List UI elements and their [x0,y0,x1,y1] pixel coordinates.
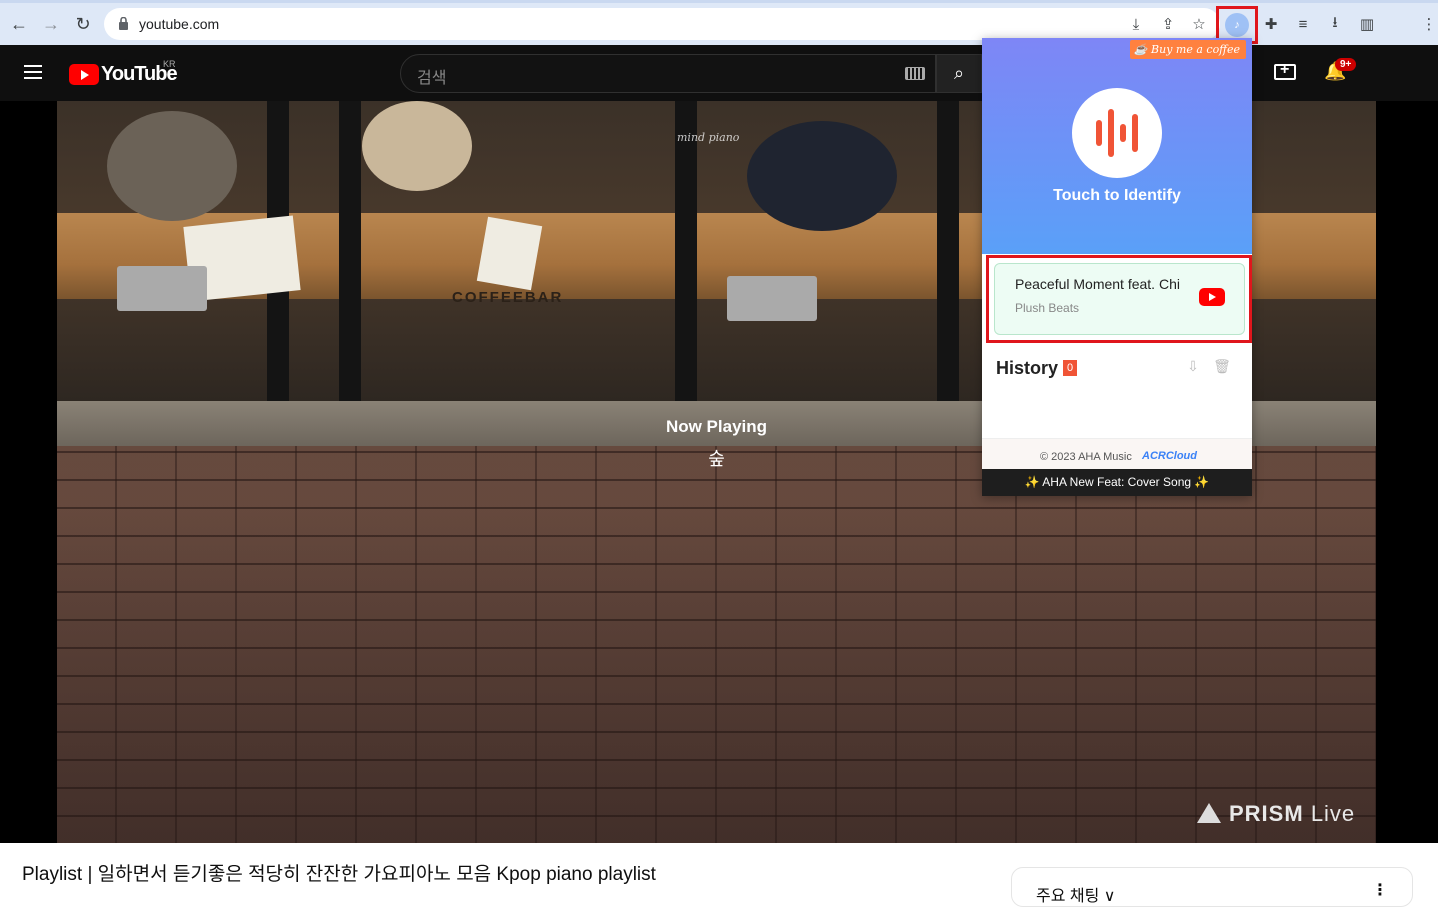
song-result-card[interactable]: Peaceful Moment feat. Chi Plush Beats [994,263,1245,335]
copyright-text: © 2023 AHA Music [1040,451,1132,463]
side-panel-icon[interactable]: ▥ [1357,14,1377,34]
sound-wave-icon [1096,120,1102,146]
back-icon[interactable]: ← [6,11,32,37]
window-pillar [339,101,361,401]
extensions-puzzle-icon[interactable]: ✚ [1261,14,1281,34]
identify-panel: ☕ Buy me a coffee Touch to Identify [982,38,1252,254]
cloud-download-icon[interactable]: ⇩ [1184,358,1202,376]
top-chat-selector[interactable]: 주요 채팅 ∨ ⋮ [1011,867,1413,907]
window-pillar [675,101,697,401]
result-highlight: Peaceful Moment feat. Chi Plush Beats [986,255,1252,343]
prism-brand: PRISM [1229,801,1304,826]
identify-button[interactable] [1072,88,1162,178]
more-options-icon[interactable]: ⋮ [1372,880,1388,900]
youtube-logo[interactable]: YouTube [69,63,178,86]
bookmark-star-icon[interactable]: ☆ [1189,14,1209,34]
prism-logo-icon [1197,803,1221,823]
browser-menu-icon[interactable]: ⋮ [1422,14,1437,34]
popup-footer: © 2023 AHA Music ACRCloud [982,438,1252,469]
youtube-link-icon[interactable] [1199,288,1225,306]
history-heading: History [996,358,1059,378]
trash-icon[interactable]: 🗑 [1213,358,1231,376]
address-bar[interactable]: youtube.com [104,8,1220,40]
laptop [117,266,207,311]
person-silhouette [107,111,237,221]
sound-wave-icon [1120,124,1126,142]
song-artist: Plush Beats [1015,301,1080,315]
search-input[interactable]: 검색 [400,54,936,93]
reload-icon[interactable]: ↻ [70,11,96,37]
prism-live-text: Live [1310,801,1356,826]
coffee-cup-icon: ☕ [1133,43,1152,56]
menu-icon[interactable] [24,65,42,79]
coffee-label: Buy me a coffee [1151,43,1240,56]
aha-music-popup: ☕ Buy me a coffee Touch to Identify Peac… [982,38,1252,496]
window-pillar [937,101,959,401]
prism-live-watermark: PRISM Live [1197,801,1355,827]
install-icon[interactable]: ⤓ [1126,14,1146,34]
touch-to-identify-label: Touch to Identify [1053,187,1181,204]
coffeebar-sign: COFFEEBAR [452,289,564,306]
media-queue-icon[interactable]: ≡ [1293,14,1313,34]
keyboard-icon[interactable] [905,67,925,80]
paper-sheet [476,216,543,291]
search-placeholder: 검색 [417,70,447,87]
song-title: Peaceful Moment feat. Chi [1015,276,1180,292]
lock-icon [119,17,128,30]
search-button[interactable]: ⌕ [936,54,982,93]
history-count-badge: 0 [1063,360,1078,376]
download-icon[interactable]: ⭳ [1325,14,1345,34]
forward-icon[interactable]: → [38,11,64,37]
acrcloud-logo[interactable]: ACRCloud [1142,450,1197,462]
person-silhouette [362,101,472,191]
sound-wave-icon [1108,109,1114,157]
aha-music-icon: ♪ [1225,13,1249,37]
region-code: KR [163,59,176,69]
sound-wave-icon [1132,114,1138,152]
new-feature-banner[interactable]: ✨ AHA New Feat: Cover Song ✨ [982,469,1252,496]
create-video-icon[interactable] [1274,61,1296,80]
notification-count-badge: 9+ [1335,58,1357,71]
video-details: Playlist | 일하면서 듣기좋은 적당히 잔잔한 가요피아노 모음 Kp… [0,843,1438,907]
youtube-play-icon [69,64,99,85]
buy-me-a-coffee-button[interactable]: ☕ Buy me a coffee [1129,40,1246,59]
laptop [727,276,817,321]
video-title: Playlist | 일하면서 듣기좋은 적당히 잔잔한 가요피아노 모음 Kp… [22,864,656,885]
top-chat-label: 주요 채팅 ∨ [1036,888,1116,905]
share-icon[interactable]: ⇪ [1158,14,1178,34]
mind-piano-logo: mind piano [677,131,740,144]
person-silhouette [747,121,897,231]
url-text: youtube.com [139,16,220,32]
